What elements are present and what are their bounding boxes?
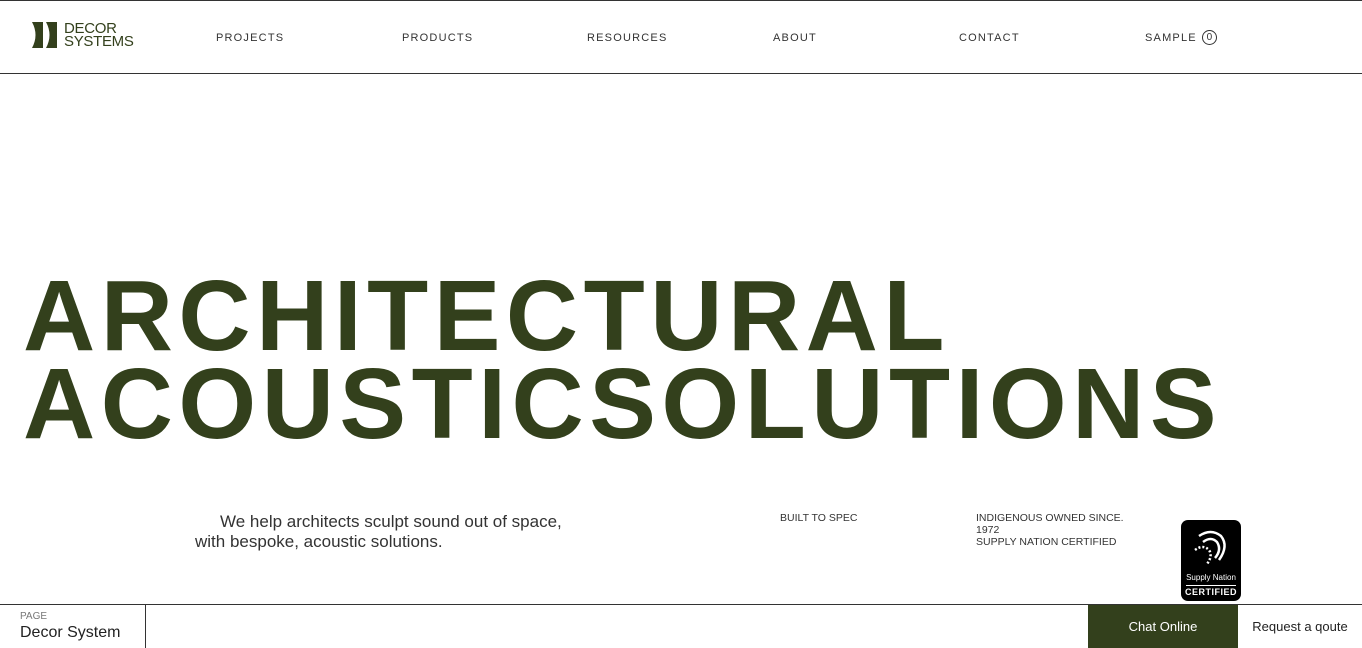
built-to-spec: BUILT TO SPEC xyxy=(780,512,858,524)
page-indicator: PAGE Decor System xyxy=(0,605,146,648)
nav-sample[interactable]: SAMPLE 0 xyxy=(1145,30,1217,45)
nav-projects[interactable]: PROJECTS xyxy=(216,32,284,44)
hero-title: ARCHITECTURAL ACOUSTICSOLUTIONS xyxy=(23,260,1223,460)
supply-nation-badge: Supply Nation CERTIFIED xyxy=(1181,520,1241,601)
logo[interactable]: DECOR SYSTEMS xyxy=(32,20,134,50)
bottom-bar: PAGE Decor System Chat Online Request a … xyxy=(0,604,1362,648)
sample-count-badge: 0 xyxy=(1201,30,1217,45)
nav-products[interactable]: PRODUCTS xyxy=(402,32,473,44)
logo-mark-icon xyxy=(32,22,57,48)
chat-online-button[interactable]: Chat Online xyxy=(1088,605,1238,648)
top-nav: DECOR SYSTEMS PROJECTS PRODUCTS RESOURCE… xyxy=(0,0,1362,74)
tagline: We help architects sculpt sound out of s… xyxy=(195,512,562,551)
nav-about[interactable]: ABOUT xyxy=(773,32,817,44)
nav-resources[interactable]: RESOURCES xyxy=(587,32,667,44)
request-quote-button[interactable]: Request a qoute xyxy=(1238,605,1362,648)
nav-contact[interactable]: CONTACT xyxy=(959,32,1020,44)
indigenous-info: INDIGENOUS OWNED SINCE. 1972 SUPPLY NATI… xyxy=(976,512,1124,548)
logo-text: DECOR SYSTEMS xyxy=(64,20,134,50)
supply-nation-logo-icon xyxy=(1194,530,1226,565)
